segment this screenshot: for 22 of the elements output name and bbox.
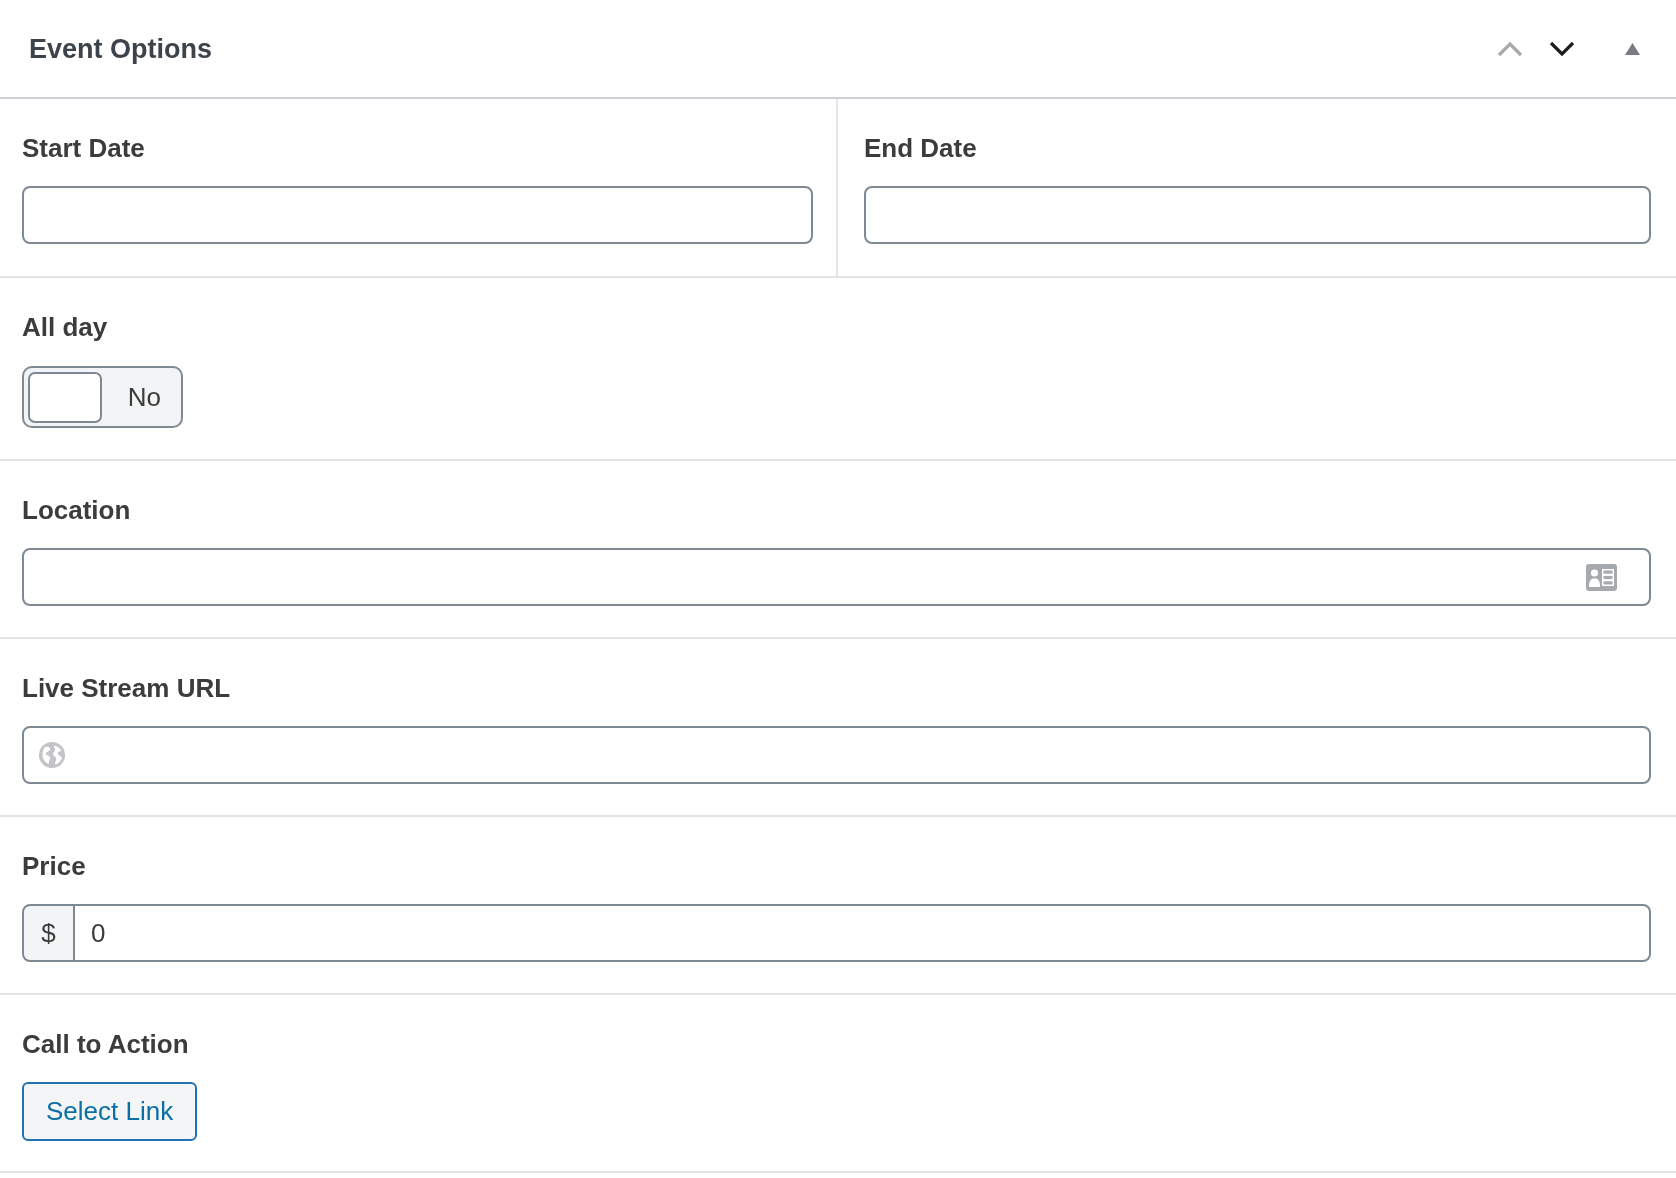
address-card-icon — [1586, 563, 1617, 591]
triangle-up-icon — [1624, 42, 1640, 55]
date-input[interactable] — [864, 186, 1651, 244]
toggle-switch[interactable]: No — [22, 366, 183, 428]
field-label: Location — [22, 494, 131, 526]
url-input[interactable] — [22, 726, 1651, 784]
chevron-down-icon — [1549, 40, 1575, 57]
field-label: Live Stream URL — [22, 672, 231, 704]
field-label: All day — [22, 311, 108, 343]
field-label: End Date — [864, 132, 977, 164]
field-label: Price — [22, 850, 86, 882]
field-label: Call to Action — [22, 1028, 189, 1060]
field-label: Start Date — [22, 132, 145, 164]
currency-prefix: $ — [22, 904, 75, 962]
price-input[interactable]: 0 — [75, 904, 1651, 962]
toggle-knob[interactable] — [28, 371, 102, 423]
location-input[interactable] — [22, 548, 1651, 606]
select-link-button[interactable]: Select Link — [22, 1082, 198, 1141]
globe-icon — [39, 742, 65, 768]
panel-title: Event Options — [29, 32, 212, 65]
date-input[interactable] — [22, 186, 813, 244]
chevron-up-icon — [1497, 40, 1523, 57]
